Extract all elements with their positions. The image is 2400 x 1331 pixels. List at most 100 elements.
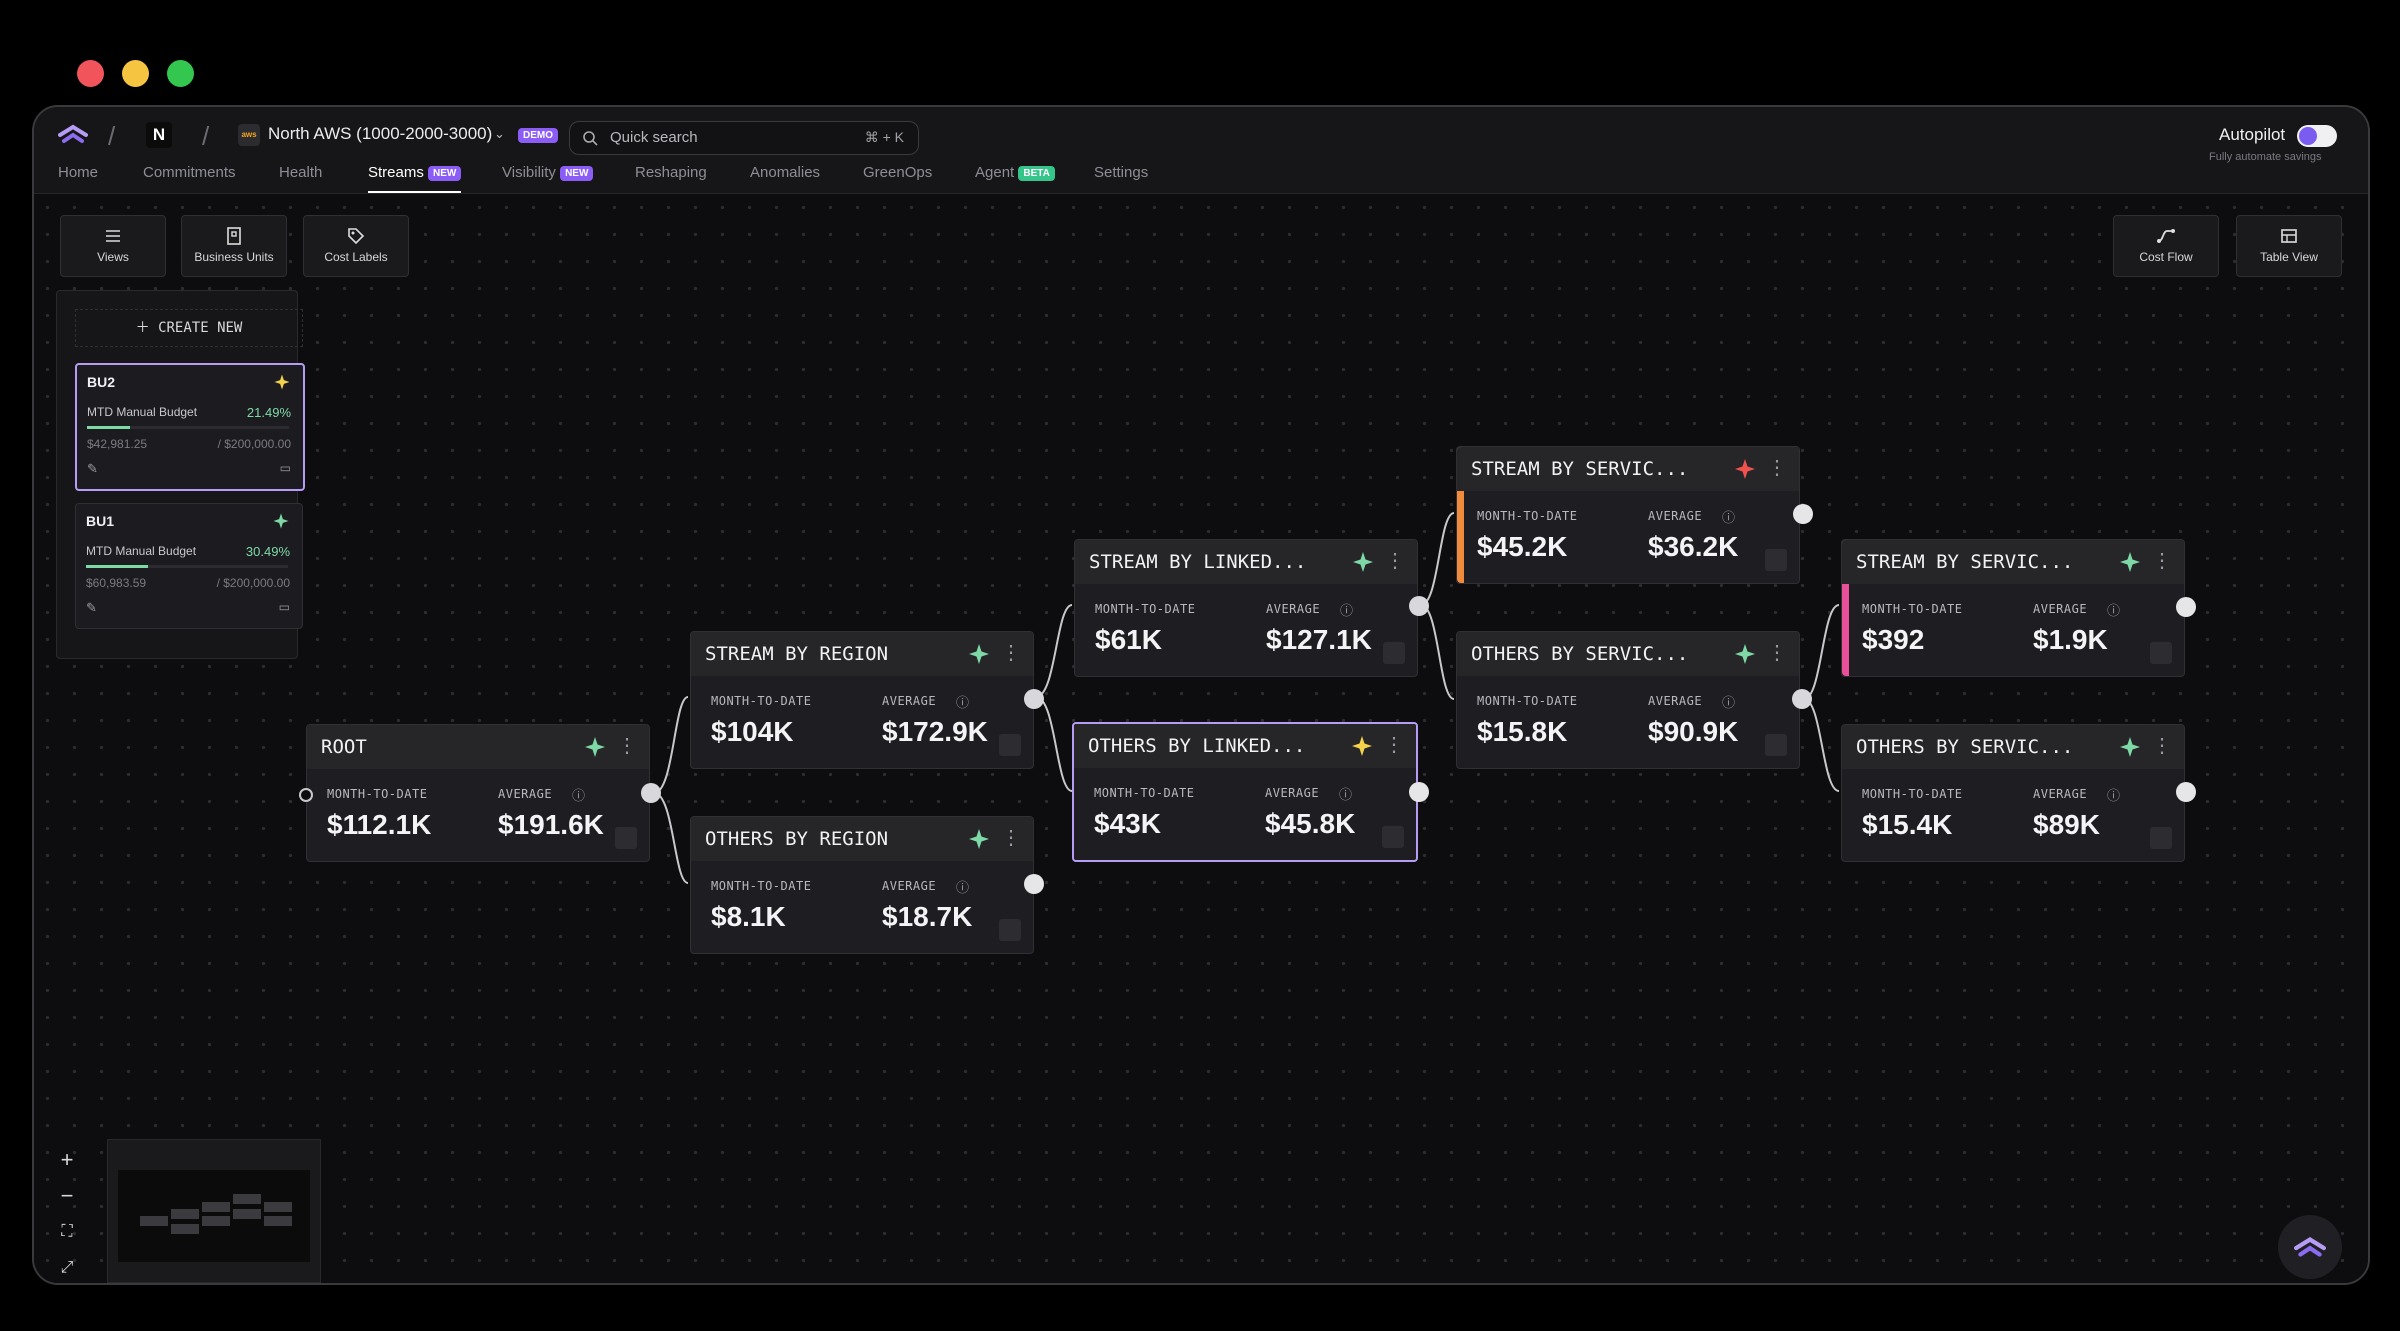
sparkle-icon[interactable] — [2118, 735, 2142, 759]
mtd-value: $61K — [1095, 624, 1162, 655]
sparkle-icon[interactable] — [967, 642, 991, 666]
mtd-value: $8.1K — [711, 901, 786, 932]
sparkle-icon[interactable] — [1351, 550, 1375, 574]
node-stream-by-linked[interactable]: STREAM BY LINKED... ⋮ MONTH-TO-DATE AVER… — [1074, 539, 1418, 677]
mtd-label: MONTH-TO-DATE — [1862, 787, 1963, 801]
average-label: AVERAGE — [1648, 509, 1703, 523]
service-b-add-port[interactable] — [2176, 597, 2196, 617]
service-a-add-port[interactable] — [1793, 504, 1813, 524]
sparkle-icon[interactable] — [967, 827, 991, 851]
info-icon[interactable]: ⓘ — [1722, 692, 1735, 711]
others-service-a-collapse-port[interactable] — [1792, 689, 1812, 709]
more-options-icon[interactable]: ⋮ — [1767, 640, 1787, 665]
mtd-value: $392 — [1862, 624, 1925, 655]
node-stream-by-region[interactable]: STREAM BY REGION ⋮ MONTH-TO-DATE AVERAGE… — [690, 631, 1034, 769]
average-label: AVERAGE — [498, 787, 553, 801]
node-corner — [1382, 826, 1404, 848]
window-close-dot[interactable] — [77, 60, 104, 87]
node-corner — [615, 827, 637, 849]
fit-view-button[interactable]: ⛶ — [50, 1214, 84, 1250]
info-icon[interactable]: ⓘ — [2107, 600, 2120, 619]
average-value: $172.9K — [882, 716, 988, 747]
mtd-label: MONTH-TO-DATE — [1095, 602, 1196, 616]
mtd-label: MONTH-TO-DATE — [711, 879, 812, 893]
node-title: STREAM BY SERVIC... — [1471, 458, 1689, 480]
average-value: $18.7K — [882, 901, 973, 932]
average-label: AVERAGE — [2033, 787, 2088, 801]
more-options-icon[interactable]: ⋮ — [1384, 732, 1404, 757]
node-title: STREAM BY LINKED... — [1089, 551, 1307, 573]
others-region-add-port[interactable] — [1024, 874, 1044, 894]
more-options-icon[interactable]: ⋮ — [2152, 733, 2172, 758]
info-icon[interactable]: ⓘ — [2107, 785, 2120, 804]
average-label: AVERAGE — [2033, 602, 2088, 616]
node-stream-by-service-b[interactable]: STREAM BY SERVIC... ⋮ MONTH-TO-DATE AVER… — [1841, 539, 2185, 677]
average-value: $191.6K — [498, 809, 604, 840]
node-title: OTHERS BY REGION — [705, 828, 889, 850]
zoom-in-button[interactable]: + — [50, 1142, 84, 1178]
average-value: $1.9K — [2033, 624, 2108, 655]
more-options-icon[interactable]: ⋮ — [2152, 548, 2172, 573]
region-collapse-port[interactable] — [1024, 689, 1044, 709]
mtd-label: MONTH-TO-DATE — [1862, 602, 1963, 616]
node-corner — [999, 734, 1021, 756]
sparkle-icon[interactable] — [1733, 457, 1757, 481]
mtd-value: $15.4K — [1862, 809, 1953, 840]
node-title: OTHERS BY LINKED... — [1088, 735, 1306, 757]
node-corner — [1765, 549, 1787, 571]
info-icon[interactable]: ⓘ — [1722, 507, 1735, 526]
info-icon[interactable]: ⓘ — [572, 785, 585, 804]
sparkle-icon[interactable] — [1733, 642, 1757, 666]
average-value: $127.1K — [1266, 624, 1372, 655]
zoom-out-button[interactable]: − — [50, 1178, 84, 1214]
brand-logo-icon — [2294, 1237, 2326, 1257]
minimap-nodes — [140, 1194, 292, 1234]
info-icon[interactable]: ⓘ — [956, 877, 969, 896]
node-corner — [1383, 642, 1405, 664]
fullscreen-button[interactable]: ⤢ — [50, 1250, 84, 1283]
info-icon[interactable]: ⓘ — [956, 692, 969, 711]
mtd-label: MONTH-TO-DATE — [1094, 786, 1195, 800]
sparkle-icon[interactable] — [2118, 550, 2142, 574]
linked-collapse-port[interactable] — [1409, 596, 1429, 616]
info-icon[interactable]: ⓘ — [1339, 784, 1352, 803]
average-label: AVERAGE — [882, 879, 937, 893]
root-input-handle[interactable] — [299, 788, 313, 802]
more-options-icon[interactable]: ⋮ — [1001, 825, 1021, 850]
mtd-label: MONTH-TO-DATE — [1477, 509, 1578, 523]
others-linked-add-port[interactable] — [1409, 782, 1429, 802]
mtd-value: $45.2K — [1477, 531, 1568, 562]
sparkle-icon[interactable] — [583, 735, 607, 759]
node-corner — [1765, 734, 1787, 756]
node-others-by-linked[interactable]: OTHERS BY LINKED... ⋮ MONTH-TO-DATE AVER… — [1072, 722, 1418, 862]
window-maximize-dot[interactable] — [167, 60, 194, 87]
minimap-viewport — [118, 1170, 310, 1262]
info-icon[interactable]: ⓘ — [1340, 600, 1353, 619]
node-stream-by-service-a[interactable]: STREAM BY SERVIC... ⋮ MONTH-TO-DATE AVER… — [1456, 446, 1800, 584]
mtd-value: $104K — [711, 716, 794, 747]
others-service-b-add-port[interactable] — [2176, 782, 2196, 802]
sparkle-icon[interactable] — [1350, 734, 1374, 758]
flow-edges — [653, 512, 1840, 884]
node-others-by-service-a[interactable]: OTHERS BY SERVIC... ⋮ MONTH-TO-DATE AVER… — [1456, 631, 1800, 769]
node-others-by-service-b[interactable]: OTHERS BY SERVIC... ⋮ MONTH-TO-DATE AVER… — [1841, 724, 2185, 862]
more-options-icon[interactable]: ⋮ — [1385, 548, 1405, 573]
node-corner — [2150, 827, 2172, 849]
root-collapse-port[interactable] — [641, 783, 661, 803]
minimap[interactable] — [107, 1139, 321, 1283]
node-title: OTHERS BY SERVIC... — [1471, 643, 1689, 665]
average-label: AVERAGE — [1266, 602, 1321, 616]
node-title: ROOT — [321, 736, 367, 758]
node-root[interactable]: ROOT ⋮ MONTH-TO-DATE AVERAGE ⓘ $112.1K $… — [306, 724, 650, 862]
mtd-label: MONTH-TO-DATE — [1477, 694, 1578, 708]
window-minimize-dot[interactable] — [122, 60, 149, 87]
average-label: AVERAGE — [1648, 694, 1703, 708]
node-others-by-region[interactable]: OTHERS BY REGION ⋮ MONTH-TO-DATE AVERAGE… — [690, 816, 1034, 954]
more-options-icon[interactable]: ⋮ — [1767, 455, 1787, 480]
more-options-icon[interactable]: ⋮ — [1001, 640, 1021, 665]
zoom-controls: + − ⛶ ⤢ — [50, 1142, 84, 1280]
node-title: STREAM BY REGION — [705, 643, 889, 665]
assistant-button[interactable] — [2278, 1215, 2342, 1279]
more-options-icon[interactable]: ⋮ — [617, 733, 637, 758]
node-corner — [999, 919, 1021, 941]
